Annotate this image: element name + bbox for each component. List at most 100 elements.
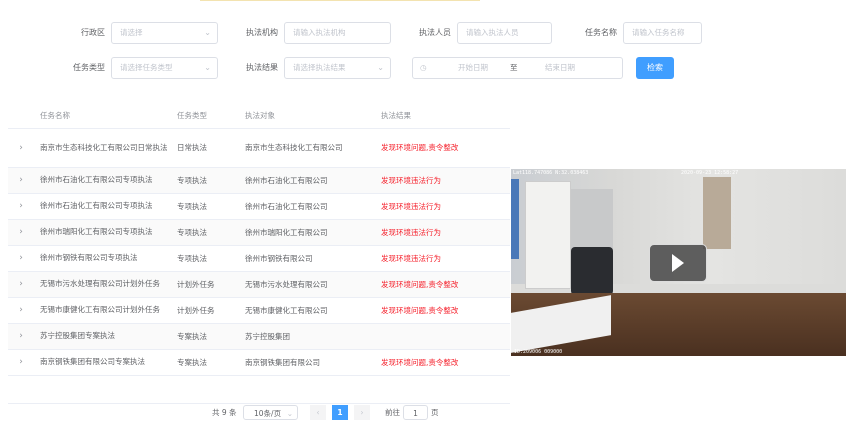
expand-row-icon[interactable]: › — [8, 297, 40, 324]
target-cell: 徐州市石油化工有限公司 — [245, 193, 381, 220]
search-button[interactable]: 检索 — [636, 57, 674, 79]
end-date-input[interactable]: 结束日期 — [540, 58, 580, 78]
task-type-cell: 专项执法 — [177, 219, 245, 246]
task-type-cell: 专项执法 — [177, 193, 245, 220]
chevron-down-icon: ⌄ — [204, 28, 211, 37]
page-size-value: 10条/页 — [254, 409, 282, 418]
task-type-cell: 计划外任务 — [177, 297, 245, 324]
region-placeholder: 请选择 — [120, 28, 143, 37]
agency-placeholder: 请输入执法机构 — [293, 28, 346, 37]
table-row[interactable]: › 徐州市瑞阳化工有限公司专项执法 专项执法 徐州市瑞阳化工有限公司 发现环境违… — [8, 219, 510, 246]
officer-label: 执法人员 — [419, 28, 451, 37]
video-chair — [571, 247, 613, 295]
table-row[interactable]: › 徐州市石油化工有限公司专项执法 专项执法 徐州市石油化工有限公司 发现环境违… — [8, 193, 510, 220]
result-cell: 发现环境违法行为 — [381, 219, 510, 246]
table-row[interactable]: › 徐州市石油化工有限公司专项执法 专项执法 徐州市石油化工有限公司 发现环境违… — [8, 167, 510, 194]
table-row[interactable]: › 南京钢铁集团有限公司专案执法 专案执法 南京钢铁集团有限公司 发现环境问题,… — [8, 349, 510, 376]
chevron-down-icon: ⌄ — [286, 409, 293, 418]
video-window — [511, 179, 519, 259]
task-table: 任务名称 任务类型 执法对象 执法结果 › 南京市生态科技化工有限公司日常执法 … — [8, 104, 510, 376]
video-overlay-id: ID:209006 009000 — [514, 349, 563, 355]
start-date-input[interactable]: 开始日期 — [453, 58, 493, 78]
expand-row-icon[interactable]: › — [8, 219, 40, 246]
task-type-cell: 专项执法 — [177, 167, 245, 194]
result-cell: 发现环境违法行为 — [381, 167, 510, 194]
date-range-picker[interactable]: ◷ 开始日期 至 结束日期 — [412, 57, 623, 79]
video-panel — [703, 177, 731, 249]
task-name-cell: 徐州市钢铁有限公司专项执法 — [40, 245, 177, 272]
result-cell — [381, 323, 510, 350]
prev-page-button[interactable]: ‹ — [310, 405, 326, 420]
play-icon — [672, 254, 684, 272]
result-select[interactable]: 请选择执法结果 ⌄ — [284, 57, 391, 79]
expand-row-icon[interactable]: › — [8, 349, 40, 376]
task-type-select[interactable]: 请选择任务类型 ⌄ — [111, 57, 218, 79]
top-accent-line — [200, 0, 480, 1]
target-cell: 徐州市钢铁有限公司 — [245, 245, 381, 272]
date-separator: 至 — [510, 63, 518, 72]
table-row[interactable]: › 苏宁控股集团专案执法 专案执法 苏宁控股集团 — [8, 323, 510, 350]
page-1-button[interactable]: 1 — [332, 405, 348, 420]
chevron-down-icon: ⌄ — [377, 63, 384, 72]
expand-row-icon[interactable]: › — [8, 128, 40, 168]
target-cell: 徐州市石油化工有限公司 — [245, 167, 381, 194]
officer-placeholder: 请输入执法人员 — [466, 28, 519, 37]
task-name-placeholder: 请输入任务名称 — [632, 28, 685, 37]
video-player[interactable]: Lat118.747086 N:32.038463 2020-09-23 12:… — [511, 169, 846, 356]
task-name-cell: 徐州市石油化工有限公司专项执法 — [40, 193, 177, 220]
expand-row-icon[interactable]: › — [8, 193, 40, 220]
result-cell: 发现环境问题,责令整改 — [381, 128, 510, 168]
task-name-cell: 苏宁控股集团专案执法 — [40, 323, 177, 350]
next-page-button[interactable]: › — [354, 405, 370, 420]
target-cell: 无锡市康健化工有限公司 — [245, 297, 381, 324]
video-air-conditioner — [525, 181, 571, 289]
result-cell: 发现环境问题,责令整改 — [381, 297, 510, 324]
result-cell: 发现环境问题,责令整改 — [381, 349, 510, 376]
task-type-placeholder: 请选择任务类型 — [120, 63, 173, 72]
target-cell: 南京市生态科技化工有限公司 — [245, 128, 381, 168]
chevron-down-icon: ⌄ — [204, 63, 211, 72]
task-name-cell: 南京钢铁集团有限公司专案执法 — [40, 349, 177, 376]
result-cell: 发现环境违法行为 — [381, 245, 510, 272]
expand-row-icon[interactable]: › — [8, 245, 40, 272]
target-cell: 南京钢铁集团有限公司 — [245, 349, 381, 376]
video-overlay-timestamp: 2020-09-23 12:58:27 — [681, 170, 739, 176]
task-name-cell: 无锡市康健化工有限公司计划外任务 — [40, 297, 177, 324]
expand-row-icon[interactable]: › — [8, 323, 40, 350]
table-row[interactable]: › 无锡市康健化工有限公司计划外任务 计划外任务 无锡市康健化工有限公司 发现环… — [8, 297, 510, 324]
col-target: 执法对象 — [245, 104, 381, 129]
task-type-cell: 日常执法 — [177, 128, 245, 168]
region-select[interactable]: 请选择 ⌄ — [111, 22, 218, 44]
task-name-cell: 南京市生态科技化工有限公司日常执法 — [40, 128, 177, 168]
target-cell: 无锡市污水处理有限公司 — [245, 271, 381, 298]
table-row[interactable]: › 徐州市钢铁有限公司专项执法 专项执法 徐州市钢铁有限公司 发现环境违法行为 — [8, 245, 510, 272]
task-name-cell: 徐州市瑞阳化工有限公司专项执法 — [40, 219, 177, 246]
expand-row-icon[interactable]: › — [8, 271, 40, 298]
region-label: 行政区 — [81, 28, 105, 37]
table-row[interactable]: › 无锡市污水处理有限公司计划外任务 计划外任务 无锡市污水处理有限公司 发现环… — [8, 271, 510, 298]
expand-row-icon[interactable]: › — [8, 167, 40, 194]
table-row[interactable]: › 南京市生态科技化工有限公司日常执法 日常执法 南京市生态科技化工有限公司 发… — [8, 128, 510, 168]
table-header: 任务名称 任务类型 执法对象 执法结果 — [8, 104, 510, 129]
total-count: 共 9 条 — [212, 408, 237, 417]
result-label: 执法结果 — [246, 63, 278, 72]
col-task-name: 任务名称 — [40, 104, 177, 129]
task-name-cell: 徐州市石油化工有限公司专项执法 — [40, 167, 177, 194]
agency-input[interactable]: 请输入执法机构 — [284, 22, 391, 44]
result-cell: 发现环境违法行为 — [381, 193, 510, 220]
page-size-select[interactable]: 10条/页 ⌄ — [243, 405, 298, 420]
task-name-label: 任务名称 — [585, 28, 617, 37]
result-placeholder: 请选择执法结果 — [293, 63, 346, 72]
task-name-cell: 无锡市污水处理有限公司计划外任务 — [40, 271, 177, 298]
play-button[interactable] — [649, 244, 707, 282]
goto-label: 前往 — [385, 408, 400, 417]
video-overlay-coords: Lat118.747086 N:32.038463 — [513, 170, 589, 176]
task-name-input[interactable]: 请输入任务名称 — [623, 22, 702, 44]
target-cell: 苏宁控股集团 — [245, 323, 381, 350]
pagination-divider — [8, 403, 510, 404]
task-type-cell: 计划外任务 — [177, 271, 245, 298]
officer-input[interactable]: 请输入执法人员 — [457, 22, 552, 44]
task-type-cell: 专案执法 — [177, 349, 245, 376]
goto-page-input[interactable]: 1 — [403, 405, 428, 420]
task-type-label: 任务类型 — [73, 63, 105, 72]
